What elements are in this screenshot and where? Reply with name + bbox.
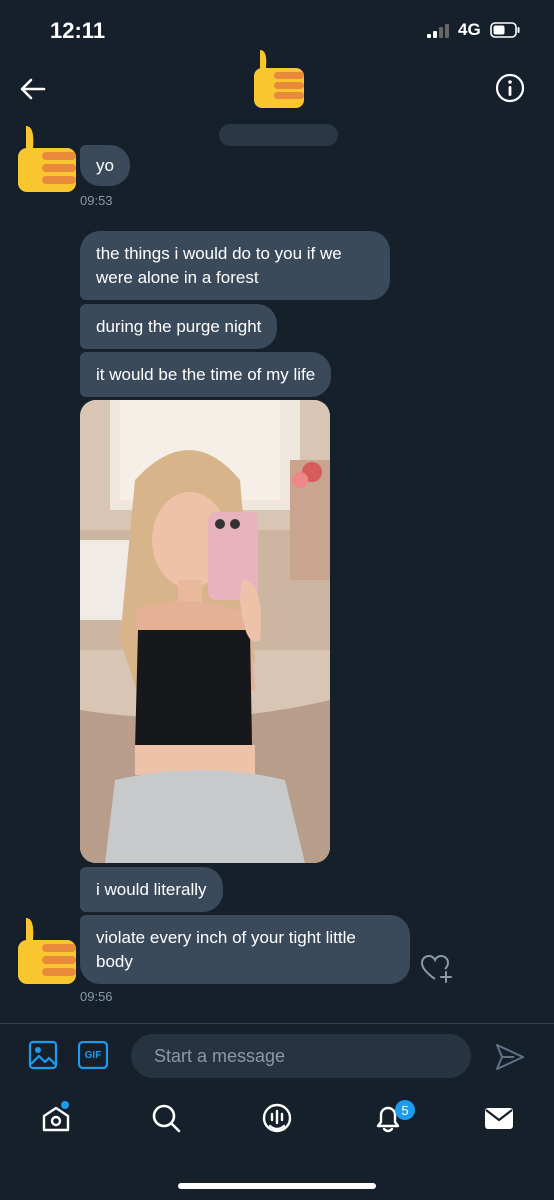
message-bubble[interactable]: violate every inch of your tight little … xyxy=(80,915,410,984)
composer-divider xyxy=(0,1023,554,1024)
info-icon[interactable] xyxy=(494,72,526,104)
redacted-username xyxy=(219,124,338,146)
send-icon[interactable] xyxy=(494,1041,526,1073)
messages-envelope-icon[interactable] xyxy=(483,1102,515,1134)
message-bubble[interactable]: during the purge night xyxy=(80,304,278,349)
network-type: 4G xyxy=(458,20,481,39)
message-text: the things i would do to you if we were … xyxy=(96,243,342,287)
message-text: yo xyxy=(96,155,114,175)
message-text: during the purge night xyxy=(96,316,262,336)
spaces-icon[interactable] xyxy=(261,1102,293,1134)
notifications-badge: 5 xyxy=(395,1100,415,1120)
back-arrow-icon[interactable] xyxy=(18,74,48,104)
search-icon[interactable] xyxy=(150,1102,182,1134)
message-bubble[interactable]: yo xyxy=(80,145,130,186)
message-input[interactable]: Start a message xyxy=(131,1034,471,1078)
message-text: it would be the time of my life xyxy=(96,364,316,384)
thumbs-up-emoji-icon xyxy=(254,50,304,108)
message-timestamp: 09:53 xyxy=(80,193,113,208)
thumbs-up-avatar-icon xyxy=(18,918,76,984)
signal-strength-icon xyxy=(427,24,449,38)
add-reaction-heart-icon[interactable] xyxy=(420,954,454,984)
thumbs-up-avatar-icon xyxy=(18,126,76,192)
gif-label: GIF xyxy=(84,1049,102,1061)
home-indicator xyxy=(178,1183,376,1189)
message-bubble[interactable]: the things i would do to you if we were … xyxy=(80,231,390,300)
image-attach-icon[interactable] xyxy=(28,1040,58,1070)
gif-button[interactable]: GIF xyxy=(77,1040,109,1070)
home-notification-dot xyxy=(61,1101,69,1109)
message-bubble[interactable]: it would be the time of my life xyxy=(80,352,332,397)
message-text: i would literally xyxy=(96,879,207,899)
message-text: violate every inch of your tight little … xyxy=(96,927,356,971)
message-timestamp: 09:56 xyxy=(80,989,113,1004)
message-input-placeholder: Start a message xyxy=(154,1045,286,1066)
battery-icon xyxy=(490,22,520,38)
photo-attachment[interactable] xyxy=(80,400,330,863)
message-bubble[interactable]: i would literally xyxy=(80,867,223,912)
status-time: 12:11 xyxy=(50,18,106,43)
selfie-photo-image xyxy=(80,400,330,863)
